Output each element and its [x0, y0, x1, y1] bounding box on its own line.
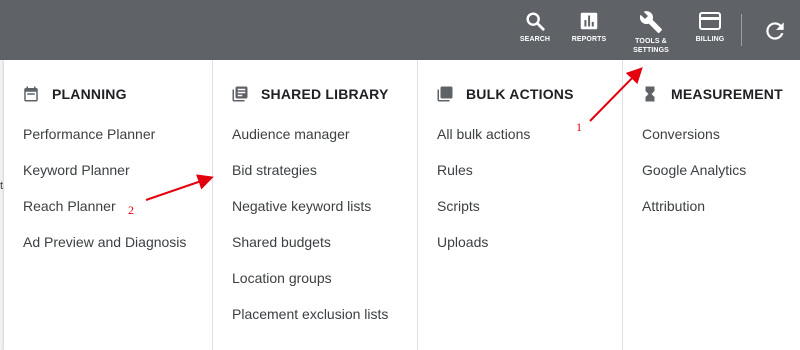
shared-library-title: SHARED LIBRARY [261, 86, 389, 102]
bulk-actions-title: BULK ACTIONS [466, 86, 574, 102]
reports-icon [580, 12, 598, 30]
menu-item-shared-budgets[interactable]: Shared budgets [232, 234, 331, 250]
tools-settings-button[interactable]: TOOLS & SETTINGS [621, 10, 681, 55]
refresh-icon [766, 22, 784, 40]
bulk-actions-header: BULK ACTIONS [436, 83, 574, 105]
toolbar-divider [741, 14, 742, 46]
menu-item-rules[interactable]: Rules [437, 162, 473, 178]
calendar-icon [24, 86, 38, 102]
wrench-icon [639, 11, 662, 33]
menu-item-uploads[interactable]: Uploads [437, 234, 488, 250]
tools-label-line1: TOOLS & [635, 38, 667, 45]
menu-item-all-bulk-actions[interactable]: All bulk actions [437, 126, 530, 142]
planning-header: PLANNING [22, 83, 127, 105]
menu-item-performance-planner[interactable]: Performance Planner [23, 126, 155, 142]
menu-item-keyword-planner[interactable]: Keyword Planner [23, 162, 130, 178]
menu-item-scripts[interactable]: Scripts [437, 198, 480, 214]
reports-label: REPORTS [571, 36, 607, 43]
tools-settings-menu: PLANNING Performance Planner Keyword Pla… [4, 60, 800, 350]
menu-item-location-groups[interactable]: Location groups [232, 270, 332, 286]
menu-item-bid-strategies[interactable]: Bid strategies [232, 162, 317, 178]
shared-library-column: SHARED LIBRARY Audience manager Bid stra… [213, 60, 418, 350]
menu-item-placement-exclusion-lists[interactable]: Placement exclusion lists [232, 306, 388, 322]
annotation-label-2: 2 [128, 203, 134, 217]
background-text-fragment: t [0, 180, 4, 192]
refresh-button[interactable] [762, 18, 788, 44]
menu-item-reach-planner[interactable]: Reach Planner [23, 198, 116, 214]
measurement-header: MEASUREMENT [641, 83, 783, 105]
billing-button[interactable]: BILLING [680, 10, 740, 44]
annotation-label-1: 1 [576, 120, 582, 134]
hourglass-icon [645, 86, 655, 102]
reports-button[interactable]: REPORTS [559, 10, 619, 44]
credit-card-icon [699, 12, 721, 30]
search-button[interactable]: SEARCH [505, 10, 565, 44]
search-icon [526, 12, 545, 31]
billing-label: BILLING [695, 36, 725, 43]
measurement-column: MEASUREMENT Conversions Google Analytics… [623, 60, 800, 350]
copy-icon [437, 86, 453, 102]
measurement-title: MEASUREMENT [671, 86, 783, 102]
shared-library-header: SHARED LIBRARY [231, 83, 389, 105]
tools-label-line2: SETTINGS [633, 47, 669, 54]
bulk-actions-column: BULK ACTIONS All bulk actions Rules Scri… [418, 60, 623, 350]
planning-column: PLANNING Performance Planner Keyword Pla… [4, 60, 213, 350]
planning-title: PLANNING [52, 86, 127, 102]
menu-item-ad-preview[interactable]: Ad Preview and Diagnosis [23, 234, 186, 250]
top-toolbar: SEARCH REPORTS TOOLS & SETTINGS BILLING [0, 0, 800, 60]
menu-item-negative-keyword-lists[interactable]: Negative keyword lists [232, 198, 371, 214]
library-icon [232, 86, 248, 102]
menu-item-attribution[interactable]: Attribution [642, 198, 705, 214]
search-label: SEARCH [519, 36, 551, 43]
menu-item-conversions[interactable]: Conversions [642, 126, 720, 142]
menu-item-audience-manager[interactable]: Audience manager [232, 126, 350, 142]
menu-item-google-analytics[interactable]: Google Analytics [642, 162, 746, 178]
